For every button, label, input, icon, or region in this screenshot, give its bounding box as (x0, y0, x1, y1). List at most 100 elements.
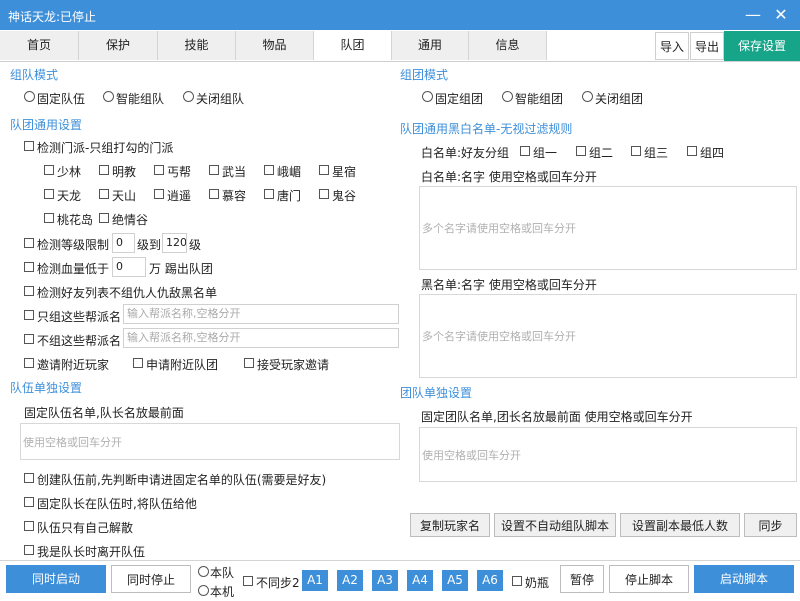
sect-label: 峨嵋 (277, 165, 302, 179)
sect-label: 鬼谷 (332, 189, 357, 203)
self-disband-checkbox[interactable] (24, 521, 34, 531)
self-disband-label: 队伍只有自己解散 (37, 521, 134, 535)
sect-label: 天龙 (57, 189, 82, 203)
only-groups-checkbox[interactable] (24, 310, 34, 320)
export-button[interactable]: 导出 (690, 32, 724, 60)
sect-checkbox-jueqinggu[interactable] (99, 213, 109, 223)
no-sync-checkbox[interactable] (243, 576, 253, 586)
fixed-group-textarea[interactable]: 使用空格或回车分开 (419, 427, 797, 482)
sect-checkbox-tianlong[interactable] (44, 189, 54, 199)
white-group-4-checkbox[interactable] (687, 146, 697, 156)
no-groups-input[interactable]: 输入帮派名称,空格分开 (123, 328, 399, 348)
sect-checkbox-gaibang[interactable] (154, 165, 164, 175)
tab-items[interactable]: 物品 (236, 31, 314, 60)
invite-nearby-checkbox[interactable] (24, 358, 34, 368)
give-leader-label: 固定队长在队伍时,将队伍给他 (37, 497, 197, 511)
apply-nearby-checkbox[interactable] (133, 358, 143, 368)
black-names-textarea[interactable]: 多个名字请使用空格或回车分开 (419, 294, 797, 378)
radio-this-machine[interactable] (198, 585, 209, 596)
start-all-button[interactable]: 同时启动 (6, 565, 106, 593)
white-names-textarea[interactable]: 多个名字请使用空格或回车分开 (419, 186, 797, 270)
white-group-2-checkbox[interactable] (576, 146, 586, 156)
account-a6-button[interactable]: A6 (477, 570, 503, 591)
sect-checkbox-taohuadao[interactable] (44, 213, 54, 223)
white-group-option: 组四 (700, 146, 725, 160)
level-max-input[interactable]: 120 (162, 233, 187, 253)
radio-fixed-group[interactable] (422, 91, 433, 102)
create-team-check-checkbox[interactable] (24, 473, 34, 483)
leader-leave-checkbox[interactable] (24, 545, 34, 555)
check-sect-checkbox[interactable] (24, 141, 34, 151)
sect-checkbox-murong[interactable] (209, 189, 219, 199)
account-a1-button[interactable]: A1 (302, 570, 328, 591)
sync-button[interactable]: 同步 (744, 513, 797, 537)
hp-limit-checkbox[interactable] (24, 262, 34, 272)
no-auto-team-script-button[interactable]: 设置不自动组队脚本 (494, 513, 616, 537)
hp-limit-input[interactable]: 0 (112, 257, 146, 277)
tab-info[interactable]: 信息 (469, 31, 547, 60)
sect-checkbox-xingxiu[interactable] (319, 165, 329, 175)
friend-check-checkbox[interactable] (24, 286, 34, 296)
sect-checkbox-shaolin[interactable] (44, 165, 54, 175)
sect-checkbox-xiaoyao[interactable] (154, 189, 164, 199)
white-group-option: 组二 (589, 146, 614, 160)
tab-general[interactable]: 通用 (392, 31, 469, 60)
save-settings-button[interactable]: 保存设置 (724, 31, 800, 61)
team-mode-title: 组队模式 (10, 68, 59, 82)
close-icon[interactable]: ✕ (768, 2, 794, 28)
dungeon-min-players-button[interactable]: 设置副本最低人数 (620, 513, 740, 537)
give-leader-checkbox[interactable] (24, 497, 34, 507)
hp-limit-end-label: 万 踢出队团 (149, 262, 213, 276)
account-a4-button[interactable]: A4 (407, 570, 433, 591)
tab-skills[interactable]: 技能 (158, 31, 236, 60)
radio-close-group[interactable] (582, 91, 593, 102)
white-group-3-checkbox[interactable] (631, 146, 641, 156)
radio-fixed-team[interactable] (24, 91, 35, 102)
account-a2-button[interactable]: A2 (337, 570, 363, 591)
group-mode-title: 组团模式 (400, 68, 449, 82)
copy-player-name-button[interactable]: 复制玩家名 (410, 513, 490, 537)
tab-home[interactable]: 首页 (0, 31, 79, 60)
account-a5-button[interactable]: A5 (442, 570, 468, 591)
sect-checkbox-guigu[interactable] (319, 189, 329, 199)
sect-label: 绝情谷 (112, 213, 149, 227)
sect-checkbox-emei[interactable] (264, 165, 274, 175)
level-limit-checkbox[interactable] (24, 238, 34, 248)
radio-fixed-group-label: 固定组团 (435, 92, 484, 106)
accept-invite-checkbox[interactable] (244, 358, 254, 368)
fixed-team-textarea[interactable]: 使用空格或回车分开 (20, 423, 400, 460)
tab-team[interactable]: 队团 (314, 31, 392, 60)
bottle-checkbox[interactable] (512, 576, 522, 586)
pause-button[interactable]: 暂停 (560, 565, 604, 593)
sect-checkbox-tianshan[interactable] (99, 189, 109, 199)
radio-smart-team[interactable] (103, 91, 114, 102)
stop-all-button[interactable]: 同时停止 (111, 565, 191, 593)
black-names-placeholder: 多个名字请使用空格或回车分开 (422, 330, 576, 343)
level-min-input[interactable]: 0 (112, 233, 135, 253)
white-group-1-checkbox[interactable] (520, 146, 530, 156)
radio-close-group-label: 关闭组团 (595, 92, 644, 106)
account-a3-button[interactable]: A3 (372, 570, 398, 591)
minimize-icon[interactable]: — (740, 2, 766, 28)
sect-checkbox-wudang[interactable] (209, 165, 219, 175)
no-groups-checkbox[interactable] (24, 334, 34, 344)
sect-label: 星宿 (332, 165, 357, 179)
no-sync-label: 不同步2 (256, 576, 300, 590)
sect-checkbox-mingjiao[interactable] (99, 165, 109, 175)
radio-smart-group[interactable] (502, 91, 513, 102)
start-script-button[interactable]: 启动脚本 (694, 565, 794, 593)
only-groups-input[interactable]: 输入帮派名称,空格分开 (123, 304, 399, 324)
sect-checkbox-tangmen[interactable] (264, 189, 274, 199)
white-group-label: 白名单:好友分组 (421, 146, 510, 160)
radio-smart-group-label: 智能组团 (515, 92, 564, 106)
radio-this-team[interactable] (198, 566, 209, 577)
hp-limit-label: 检测血量低于 (37, 262, 110, 276)
sect-label: 桃花岛 (57, 213, 94, 227)
sect-label: 少林 (57, 165, 82, 179)
tab-protect[interactable]: 保护 (79, 31, 158, 60)
radio-close-team[interactable] (183, 91, 194, 102)
window-title: 神话天龙:已停止 (8, 10, 97, 24)
title-bar: 神话天龙:已停止 — ✕ (0, 0, 800, 30)
stop-script-button[interactable]: 停止脚本 (609, 565, 689, 593)
import-button[interactable]: 导入 (655, 32, 689, 60)
